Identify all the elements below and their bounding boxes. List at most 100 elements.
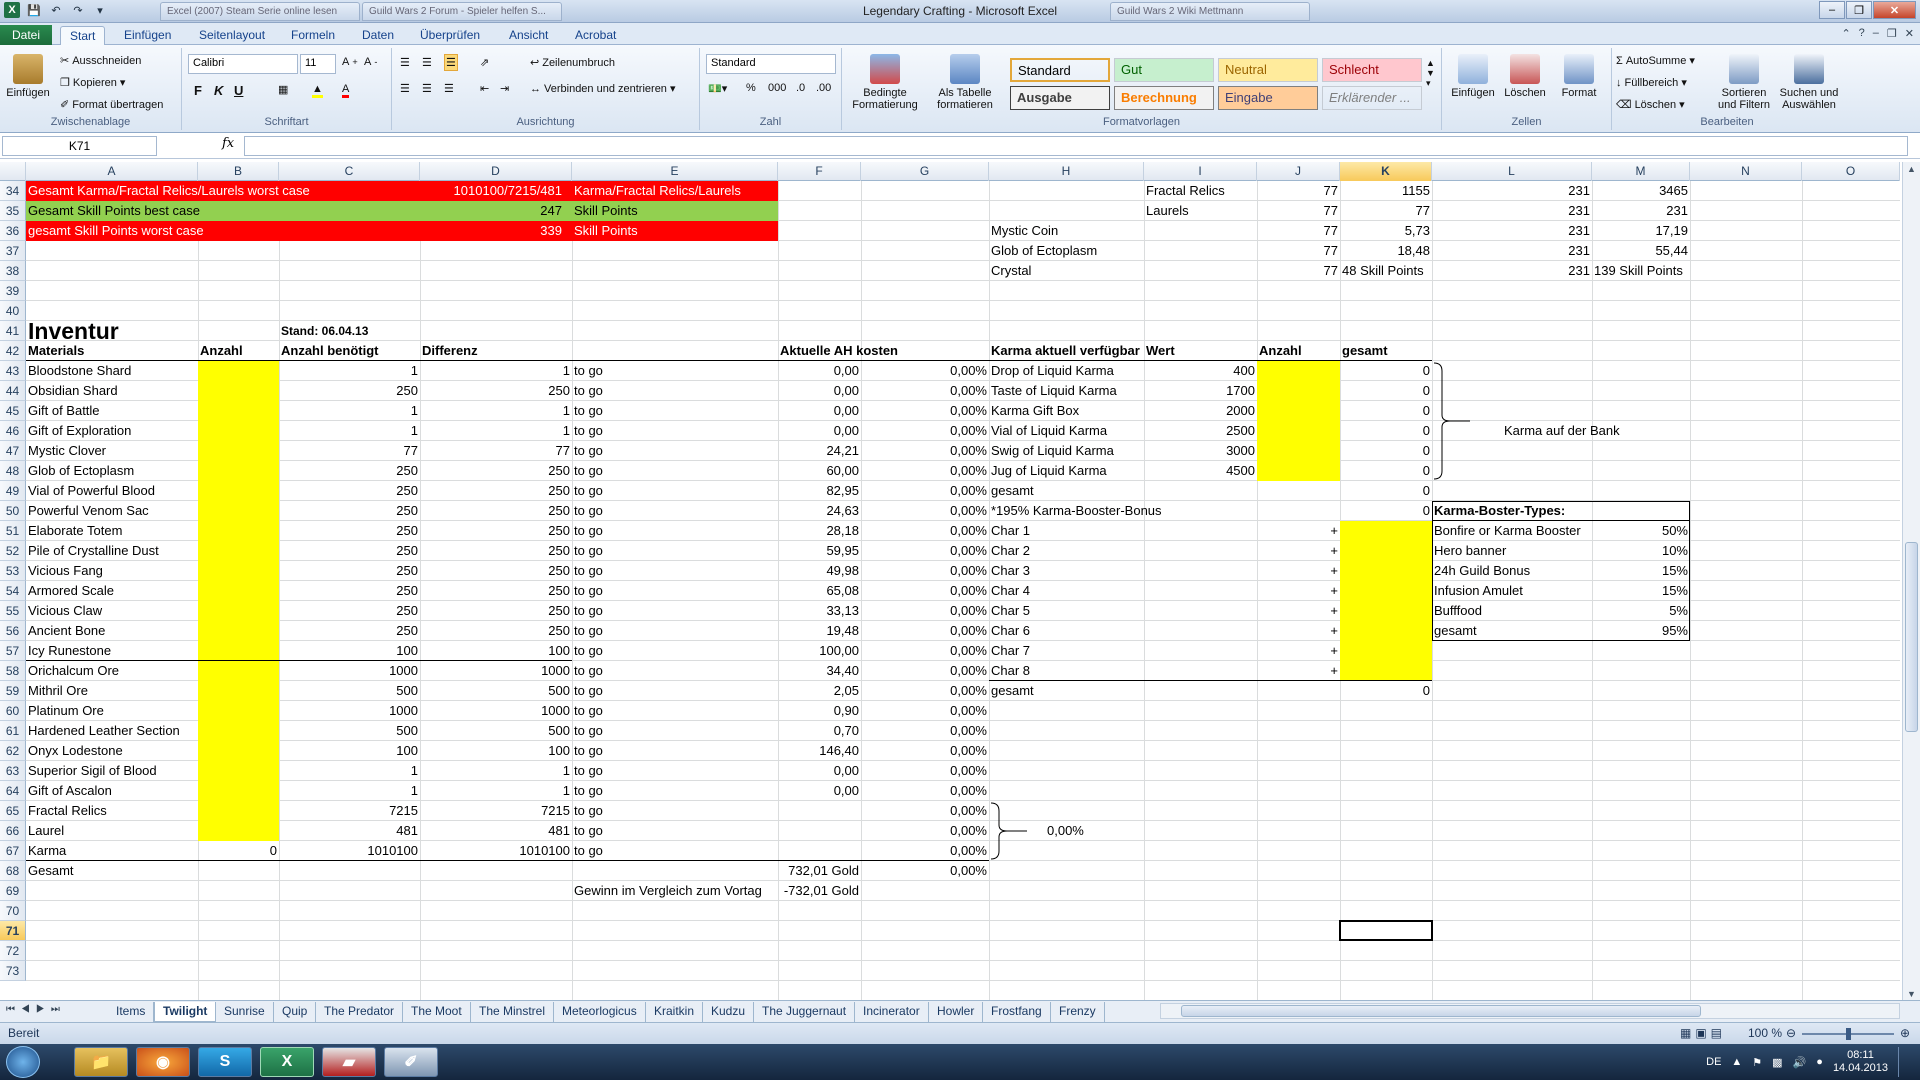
scroll-up-icon[interactable]: ▲ bbox=[1905, 164, 1918, 178]
zoom-out-icon[interactable]: ⊖ bbox=[1786, 1026, 1796, 1040]
paint-icon[interactable]: ✐ bbox=[384, 1047, 438, 1077]
styles-scroll-icon[interactable]: ▲ ▼ ▾ bbox=[1426, 58, 1435, 89]
increase-decimal-icon[interactable]: .0 bbox=[796, 82, 805, 94]
difference-cell[interactable]: 500 bbox=[420, 721, 572, 741]
to-go-label[interactable]: to go bbox=[572, 621, 778, 641]
summary-unit[interactable]: Skill Points bbox=[572, 201, 792, 221]
grow-font-button[interactable]: A + bbox=[342, 56, 358, 68]
sort-filter-button[interactable]: Sortieren und Filtern bbox=[1714, 54, 1774, 111]
sheet-tab[interactable]: Kraitkin bbox=[646, 1002, 704, 1022]
material-name[interactable]: Bloodstone Shard bbox=[26, 361, 198, 381]
tab-insert[interactable]: Einfügen bbox=[115, 26, 180, 45]
difference-cell[interactable]: 250 bbox=[420, 381, 572, 401]
format-cells-button[interactable]: Format bbox=[1554, 54, 1604, 99]
karma-value[interactable]: 2000 bbox=[1144, 401, 1257, 421]
style-bad[interactable]: Schlecht bbox=[1322, 58, 1422, 82]
conditional-format-button[interactable]: Bedingte Formatierung bbox=[850, 54, 920, 111]
summary-value[interactable]: 1010100/7215/481 bbox=[420, 181, 564, 201]
difference-cell[interactable]: 1000 bbox=[420, 661, 572, 681]
style-calculation[interactable]: Berechnung bbox=[1114, 86, 1214, 110]
to-go-label[interactable]: to go bbox=[572, 401, 778, 421]
row-header[interactable]: 42 bbox=[0, 341, 26, 361]
view-buttons-icon[interactable]: ▦▣▤ bbox=[1680, 1026, 1726, 1040]
karma-item-name[interactable]: Taste of Liquid Karma bbox=[989, 381, 1144, 401]
minimize-ribbon-icon[interactable]: ⌃ bbox=[1841, 27, 1850, 40]
merge-center-button[interactable]: ↔ Verbinden und zentrieren ▾ bbox=[530, 82, 675, 96]
workbook-restore-icon[interactable]: ❐ bbox=[1887, 27, 1897, 40]
percent-cell[interactable]: 0,00% bbox=[861, 501, 989, 521]
summary-label[interactable]: Gesamt Skill Points best case bbox=[26, 201, 426, 221]
karma-item-name[interactable]: Vial of Liquid Karma bbox=[989, 421, 1144, 441]
sheet-tab[interactable]: Frostfang bbox=[983, 1002, 1051, 1022]
to-go-label[interactable]: to go bbox=[572, 521, 778, 541]
italic-button[interactable]: K bbox=[214, 83, 223, 98]
to-go-label[interactable]: to go bbox=[572, 661, 778, 681]
insert-cells-button[interactable]: Einfügen bbox=[1448, 54, 1498, 99]
percent-cell[interactable]: 0,00% bbox=[861, 641, 989, 661]
material-name[interactable]: Vicious Claw bbox=[26, 601, 198, 621]
format-as-table-button[interactable]: Als Tabelle formatieren bbox=[930, 54, 1000, 111]
restore-icon[interactable]: ❐ bbox=[1846, 1, 1872, 19]
material-name[interactable]: Fractal Relics bbox=[26, 801, 198, 821]
character-label[interactable]: Char 8 bbox=[989, 661, 1144, 681]
material-label[interactable]: Laurels bbox=[1144, 201, 1257, 221]
ah-cost-cell[interactable]: 0,00 bbox=[778, 401, 861, 421]
to-go-label[interactable]: to go bbox=[572, 761, 778, 781]
character-label[interactable]: Char 1 bbox=[989, 521, 1144, 541]
booster-percent[interactable]: 15% bbox=[1592, 561, 1690, 581]
percent-cell[interactable]: 0,00% bbox=[861, 381, 989, 401]
to-go-label[interactable]: to go bbox=[572, 461, 778, 481]
tab-review[interactable]: Überprüfen bbox=[411, 26, 489, 45]
row-header[interactable]: 44 bbox=[0, 381, 26, 401]
material-name[interactable]: Gift of Battle bbox=[26, 401, 198, 421]
ah-cost-cell[interactable]: 34,40 bbox=[778, 661, 861, 681]
to-go-label[interactable]: to go bbox=[572, 681, 778, 701]
inventur-date[interactable]: Stand: 06.04.13 bbox=[279, 321, 420, 341]
style-good[interactable]: Gut bbox=[1114, 58, 1214, 82]
summary-unit[interactable]: Karma/Fractal Relics/Laurels bbox=[572, 181, 792, 201]
difference-cell[interactable]: 250 bbox=[420, 461, 572, 481]
shrink-font-button[interactable]: A- bbox=[364, 56, 377, 68]
character-label[interactable]: Char 6 bbox=[989, 621, 1144, 641]
required-cell[interactable]: 250 bbox=[279, 581, 420, 601]
percent-cell[interactable]: 0,00% bbox=[861, 361, 989, 381]
count-cell[interactable]: 77 bbox=[1257, 241, 1340, 261]
plus-sign[interactable]: + bbox=[1257, 641, 1340, 661]
karma-total[interactable]: 0 bbox=[1340, 361, 1432, 381]
ah-cost-cell[interactable]: 33,13 bbox=[778, 601, 861, 621]
fill-button[interactable]: ↓ Füllbereich ▾ bbox=[1616, 76, 1687, 90]
booster-percent[interactable]: 15% bbox=[1592, 581, 1690, 601]
plus-sign[interactable]: + bbox=[1257, 581, 1340, 601]
align-left-icon[interactable]: ☰ bbox=[400, 82, 410, 95]
cut-button[interactable]: ✂ Ausschneiden bbox=[60, 54, 141, 68]
sheet-tab[interactable]: Items bbox=[108, 1002, 155, 1022]
material-name[interactable]: Mystic Clover bbox=[26, 441, 198, 461]
summary-unit[interactable]: Skill Points bbox=[572, 221, 792, 241]
to-go-label[interactable]: to go bbox=[572, 561, 778, 581]
percent-cell[interactable]: 0,00% bbox=[861, 601, 989, 621]
required-cell[interactable]: 250 bbox=[279, 621, 420, 641]
value-cell[interactable]: 48 Skill Points bbox=[1340, 261, 1432, 281]
find-select-button[interactable]: Suchen und Auswählen bbox=[1776, 54, 1842, 111]
karma-sum-value[interactable]: 0 bbox=[1340, 481, 1432, 501]
karma-total[interactable]: 0 bbox=[1340, 401, 1432, 421]
ah-cost-cell[interactable]: 0,00 bbox=[778, 381, 861, 401]
total-cost[interactable]: 732,01 Gold bbox=[778, 861, 861, 881]
material-name[interactable]: Powerful Venom Sac bbox=[26, 501, 198, 521]
required-cell[interactable]: 1000 bbox=[279, 661, 420, 681]
column-header[interactable]: J bbox=[1257, 162, 1340, 181]
row-header[interactable]: 38 bbox=[0, 261, 26, 281]
required-cell[interactable]: 1 bbox=[279, 361, 420, 381]
gain-value[interactable]: -732,01 Gold bbox=[778, 881, 861, 901]
required-cell[interactable]: 250 bbox=[279, 461, 420, 481]
column-header[interactable]: M bbox=[1592, 162, 1690, 181]
row-header[interactable]: 40 bbox=[0, 301, 26, 321]
percent-cell[interactable]: 0,00% bbox=[861, 761, 989, 781]
material-name[interactable]: Laurel bbox=[26, 821, 198, 841]
ah-cost-cell[interactable]: 0,00 bbox=[778, 761, 861, 781]
required-cell[interactable]: 1 bbox=[279, 761, 420, 781]
difference-cell[interactable]: 1010100 bbox=[420, 841, 572, 861]
booster-percent[interactable]: 95% bbox=[1592, 621, 1690, 641]
windows-start-icon[interactable] bbox=[6, 1046, 40, 1078]
style-input[interactable]: Eingabe bbox=[1218, 86, 1318, 110]
